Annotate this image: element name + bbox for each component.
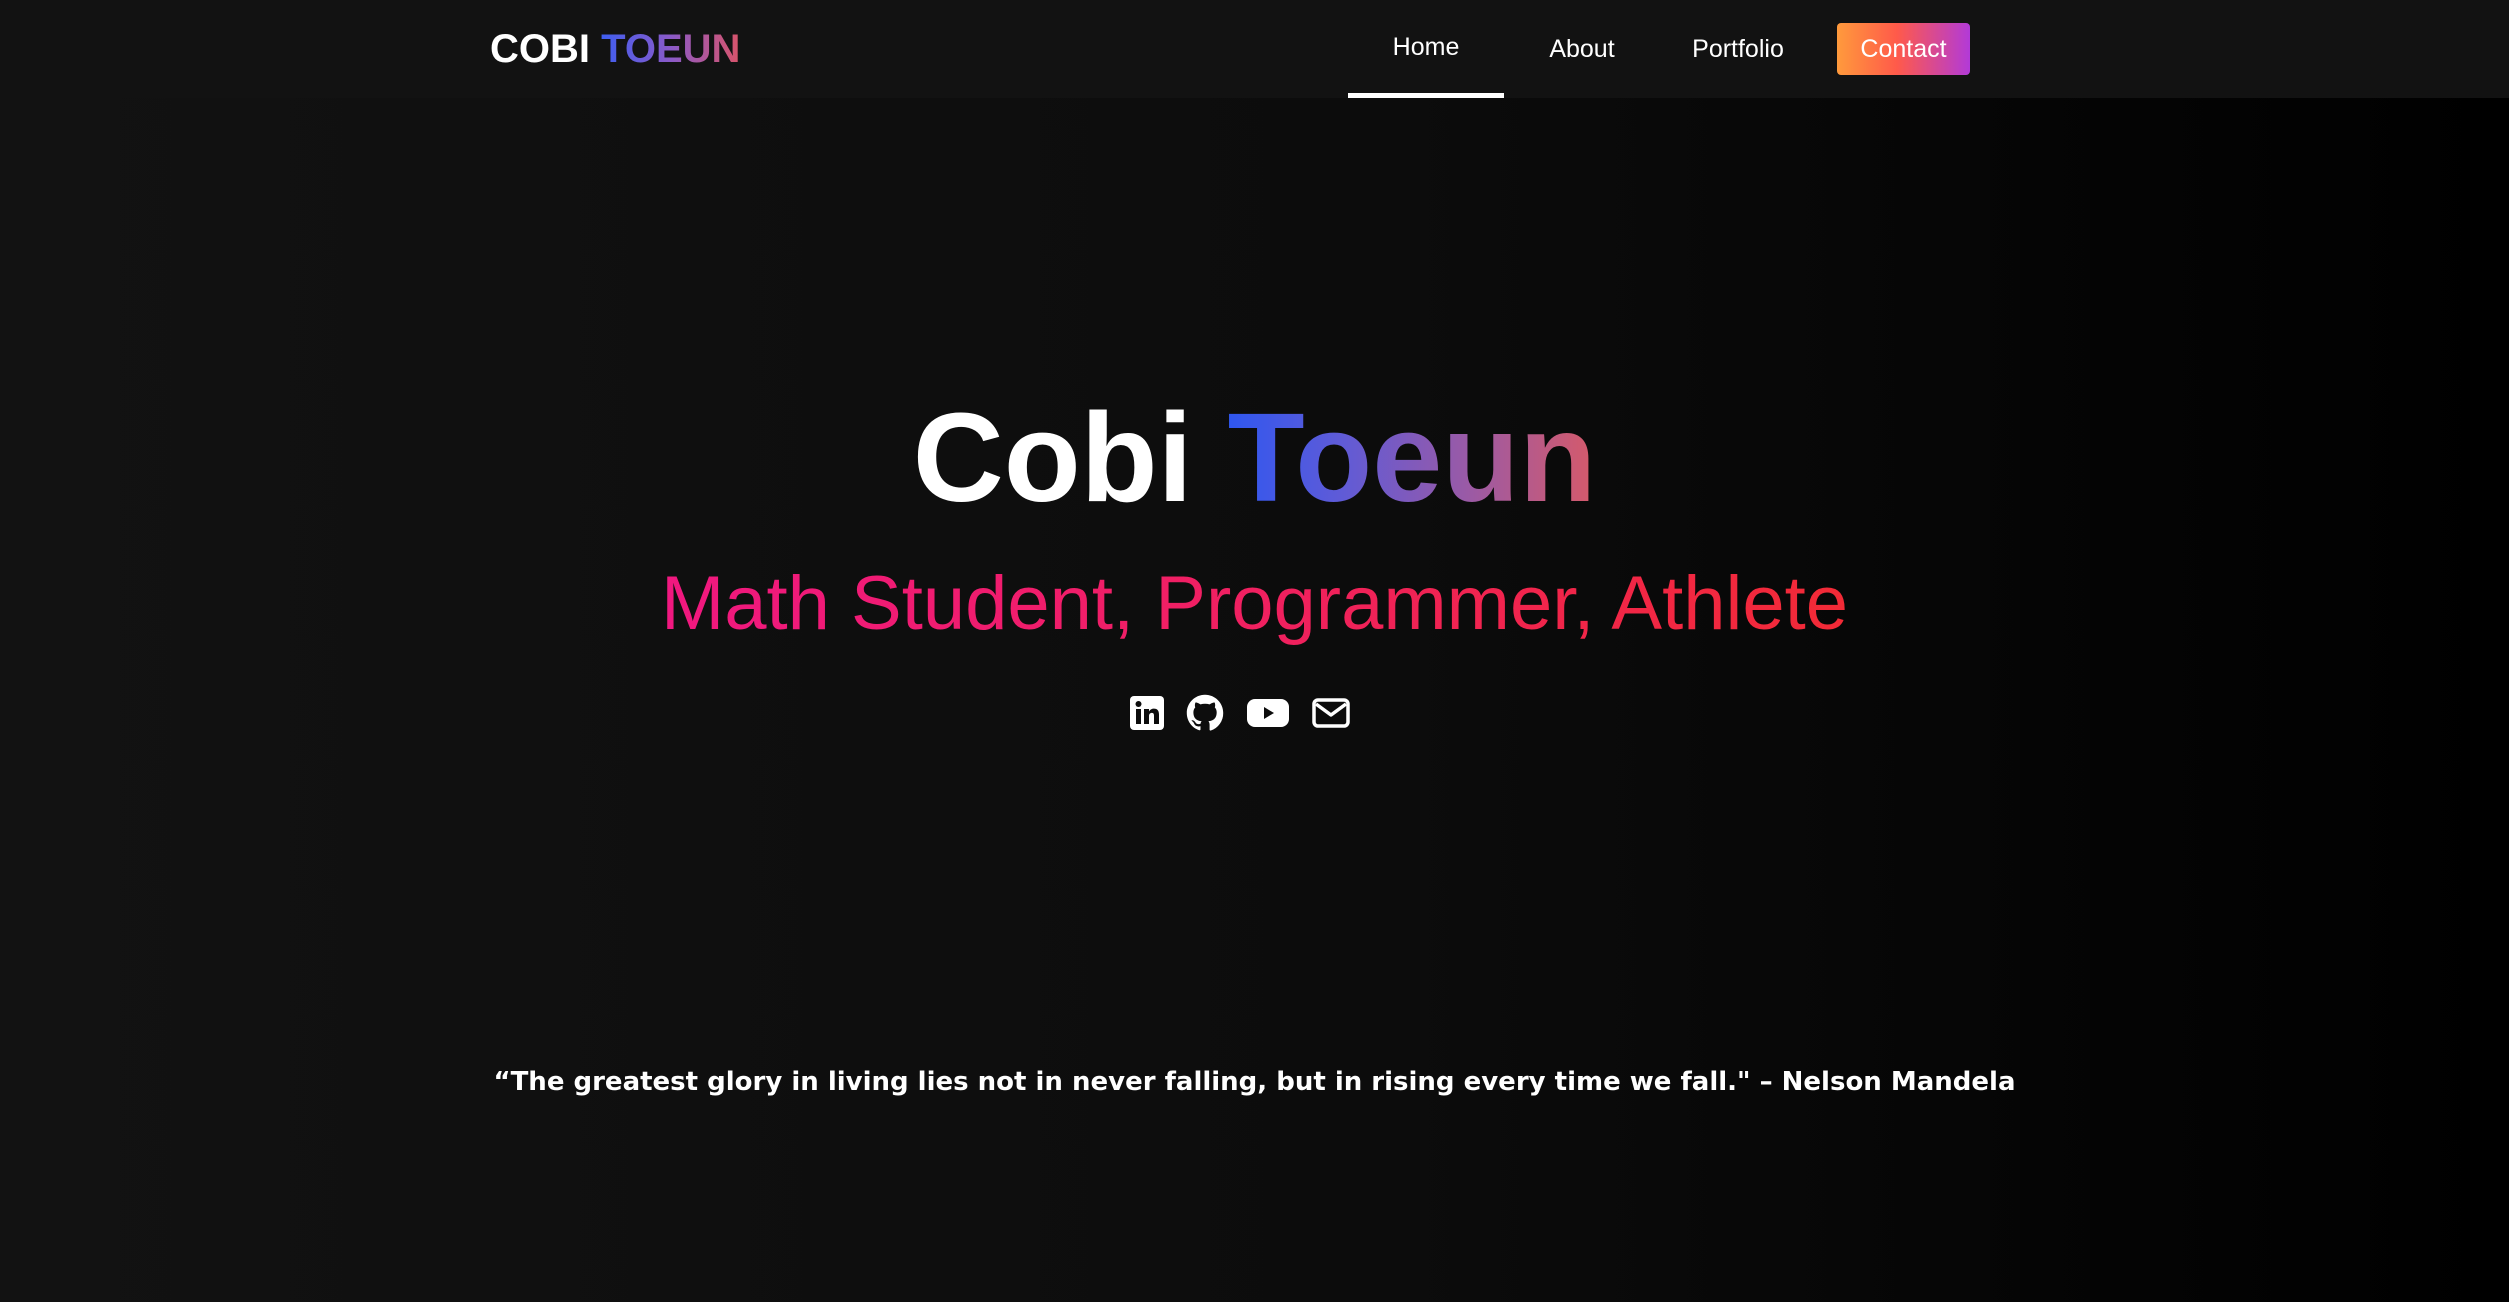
- github-icon[interactable]: [1184, 690, 1226, 736]
- hero-first-name: Cobi: [912, 387, 1193, 528]
- brand-last-name: TOEUN: [601, 27, 741, 71]
- hero-subtitle: Math Student, Programmer, Athlete: [0, 560, 2509, 648]
- nav-link-portfolio[interactable]: Portfolio: [1682, 0, 1794, 98]
- quote-text: “The greatest glory in living lies not i…: [493, 1067, 2016, 1097]
- social-links: [1126, 690, 1386, 736]
- nav-link-home-label: Home: [1392, 32, 1460, 61]
- nav-link-about[interactable]: About: [1532, 0, 1632, 98]
- nav-link-about-label: About: [1549, 34, 1615, 63]
- youtube-icon[interactable]: [1244, 690, 1292, 736]
- hero-name: Cobi Toeun: [0, 388, 2509, 528]
- contact-button-label: Contact: [1860, 34, 1947, 63]
- hero-subtitle-text: Math Student, Programmer, Athlete: [660, 561, 1849, 646]
- envelope-icon[interactable]: [1308, 690, 1354, 736]
- nav-link-home[interactable]: Home: [1348, 0, 1504, 98]
- contact-button[interactable]: Contact: [1837, 23, 1970, 75]
- brand-first-name: COBI: [490, 27, 590, 71]
- navbar: COBI TOEUN Home About Portfolio Contact: [0, 0, 2509, 98]
- nav-link-portfolio-label: Portfolio: [1692, 34, 1784, 63]
- linkedin-icon[interactable]: [1126, 690, 1168, 736]
- brand-logo[interactable]: COBI TOEUN: [490, 26, 740, 72]
- hero-last-name: Toeun: [1227, 387, 1597, 528]
